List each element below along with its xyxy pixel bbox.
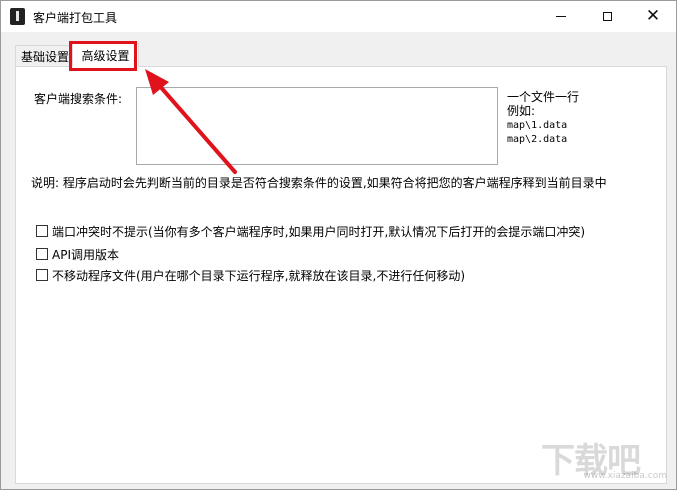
- tab-advanced-settings[interactable]: 高级设置: [72, 43, 139, 67]
- api-version-label: API调用版本: [52, 247, 119, 262]
- no-move-files-label: 不移动程序文件(用户在哪个目录下运行程序,就释放在该目录,不进行任何移动): [52, 268, 465, 283]
- maximize-button[interactable]: [584, 1, 630, 32]
- app-window: 客户端打包工具 ✕ 基础设置 高级设置 客户端搜索条件: 一个文件一行 例如: …: [0, 0, 677, 490]
- option-port-conflict[interactable]: 端口冲突时不提示(当你有多个客户端程序时,如果用户同时打开,默认情况下后打开的会…: [36, 223, 585, 239]
- search-condition-label: 客户端搜索条件:: [34, 92, 123, 106]
- option-no-move-files[interactable]: 不移动程序文件(用户在哪个目录下运行程序,就释放在该目录,不进行任何移动): [36, 267, 465, 283]
- window-title: 客户端打包工具: [33, 11, 118, 25]
- example-path-2: map\2.data: [507, 134, 568, 145]
- port-conflict-checkbox[interactable]: [36, 225, 48, 237]
- description-text: 说明: 程序启动时会先判断当前的目录是否符合搜索条件的设置,如果符合将把您的客户…: [31, 176, 607, 190]
- close-button[interactable]: ✕: [630, 1, 676, 32]
- search-condition-textarea[interactable]: [136, 87, 498, 165]
- title-bar[interactable]: 客户端打包工具 ✕: [1, 1, 676, 32]
- minimize-button[interactable]: [538, 1, 584, 32]
- port-conflict-label: 端口冲突时不提示(当你有多个客户端程序时,如果用户同时打开,默认情况下后打开的会…: [52, 224, 585, 239]
- api-version-checkbox[interactable]: [36, 248, 48, 260]
- minimize-icon: [556, 16, 566, 17]
- option-api-version[interactable]: API调用版本: [36, 246, 119, 262]
- app-icon: [10, 8, 25, 25]
- close-icon: ✕: [645, 6, 661, 26]
- no-move-files-checkbox[interactable]: [36, 269, 48, 281]
- tab-basic-settings[interactable]: 基础设置: [15, 45, 72, 67]
- example-path-1: map\1.data: [507, 120, 568, 131]
- maximize-icon: [602, 12, 612, 21]
- hint-example-label: 例如:: [507, 104, 536, 118]
